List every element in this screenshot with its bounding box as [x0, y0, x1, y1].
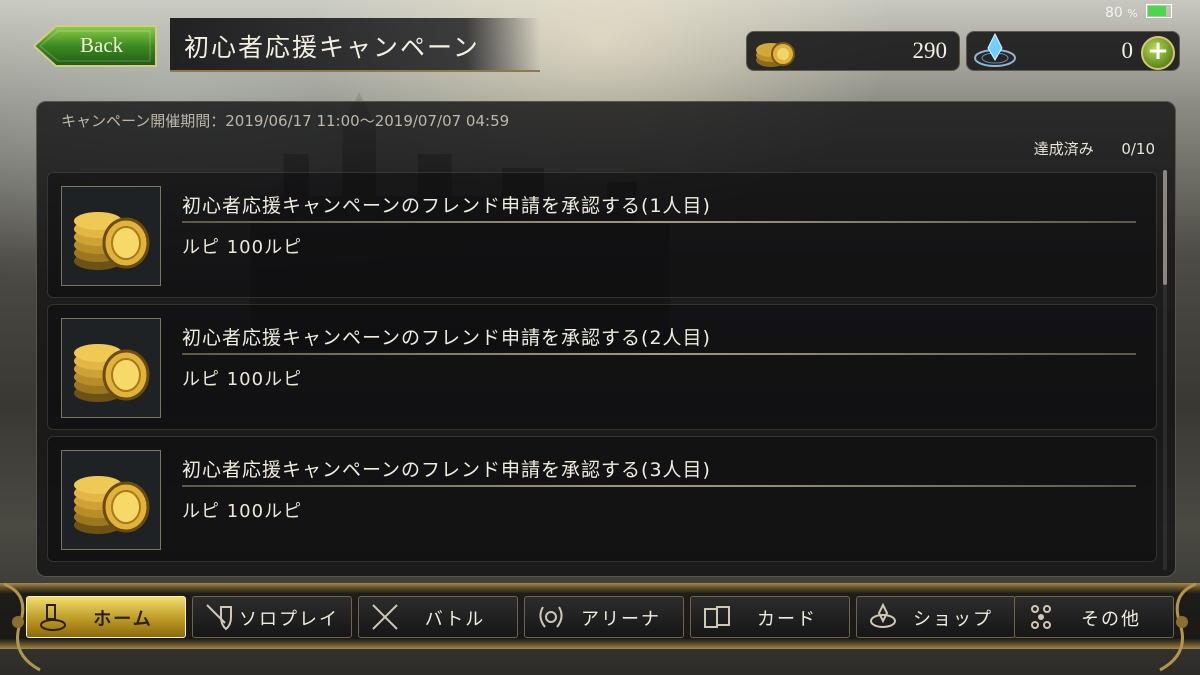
title-plate: 初心者応援キャンペーン — [170, 18, 540, 72]
gold-coins-icon — [74, 476, 150, 534]
page-title: 初心者応援キャンペーン — [184, 33, 480, 62]
nav-cards-label: カード — [757, 609, 817, 630]
mission-title: 初心者応援キャンペーンのフレンド申請を承認する(3人目) — [182, 459, 711, 481]
achieved-value: 0/10 — [1121, 140, 1155, 158]
campaign-panel: キャンペーン開催期間：2019/06/17 11:00〜2019/07/07 0… — [36, 101, 1176, 577]
divider — [182, 221, 1136, 223]
nav-battle[interactable]: バトル — [358, 596, 518, 638]
other-icon — [1031, 605, 1051, 629]
gold-coins-icon — [74, 344, 150, 402]
battery-icon — [1146, 4, 1173, 18]
mission-item[interactable]: 初心者応援キャンペーンのフレンド申請を承認する(1人目) ルピ 100ルピ — [47, 172, 1157, 298]
rupies-value: 290 — [912, 38, 948, 63]
mission-reward: ルピ 100ルピ — [182, 369, 303, 390]
shop-crystal-icon — [870, 602, 896, 628]
mission-title: 初心者応援キャンペーンのフレンド申請を承認する(2人目) — [182, 327, 711, 349]
add-crystals-button[interactable]: + — [1141, 36, 1175, 70]
gold-coins-icon — [756, 42, 795, 67]
nav-solo-label: ソロプレイ — [239, 609, 339, 630]
scrollbar-thumb[interactable] — [1163, 170, 1167, 285]
crystal-icon — [974, 32, 1016, 67]
laurel-icon — [539, 606, 563, 628]
rupies-counter: 290 — [746, 31, 960, 71]
mission-item[interactable]: 初心者応援キャンペーンのフレンド申請を承認する(3人目) ルピ 100ルピ — [47, 436, 1157, 562]
achieved-label: 達成済み — [1033, 140, 1094, 158]
reward-icon-frame — [61, 450, 161, 550]
nav-home-label: ホーム — [93, 609, 153, 630]
nav-battle-label: バトル — [424, 609, 486, 630]
crystals-value: 0 — [1121, 38, 1134, 63]
divider — [182, 485, 1136, 487]
nav-shop-label: ショップ — [913, 609, 993, 630]
mission-reward: ルピ 100ルピ — [182, 237, 303, 258]
nav-arena-label: アリーナ — [581, 609, 661, 630]
mission-title: 初心者応援キャンペーンのフレンド申請を承認する(1人目) — [182, 195, 711, 217]
sword-shield-icon — [206, 604, 232, 631]
battery-indicator: 80 % — [1105, 4, 1173, 21]
back-button[interactable]: Back — [32, 24, 158, 68]
mission-item[interactable]: 初心者応援キャンペーンのフレンド申請を承認する(2人目) ルピ 100ルピ — [47, 304, 1157, 430]
reward-icon-frame — [61, 318, 161, 418]
crossed-swords-icon — [372, 604, 398, 630]
bottom-nav: ホーム ソロプレイ バトル アリーナ カード ショップ その他 — [0, 583, 1200, 675]
nav-corner-ornament-left — [3, 582, 41, 672]
nav-corner-ornament-right — [1159, 582, 1197, 672]
battery-fill — [1148, 6, 1166, 16]
battery-unit: % — [1127, 7, 1138, 20]
reward-icon-frame — [61, 186, 161, 286]
back-label: Back — [80, 33, 124, 57]
gold-coins-icon — [74, 212, 150, 270]
cards-icon — [704, 606, 730, 628]
achieved-counter: 達成済み 0/10 — [1034, 138, 1155, 159]
nav-arena[interactable]: アリーナ — [524, 596, 684, 638]
nav-shop[interactable]: ショップ — [856, 596, 1016, 638]
battery-percent: 80 — [1105, 5, 1123, 21]
crystals-counter: 0 + — [966, 31, 1180, 71]
divider — [182, 353, 1136, 355]
nav-cards[interactable]: カード — [690, 596, 850, 638]
campaign-period: キャンペーン開催期間：2019/06/17 11:00〜2019/07/07 0… — [61, 112, 510, 130]
scrollbar[interactable] — [1163, 170, 1167, 570]
mission-reward: ルピ 100ルピ — [182, 501, 303, 522]
nav-solo-play[interactable]: ソロプレイ — [192, 596, 352, 638]
